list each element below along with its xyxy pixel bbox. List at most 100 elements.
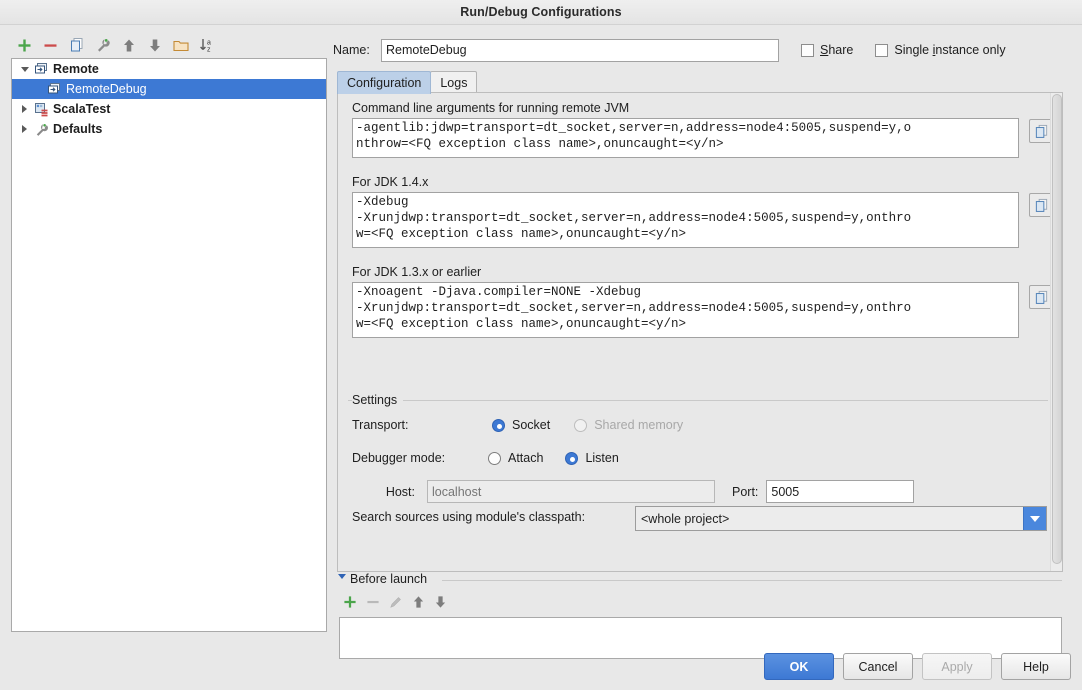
sort-button[interactable]: a z — [196, 35, 217, 56]
name-label: Name: — [333, 43, 370, 57]
debugger-mode-label: Debugger mode: — [352, 451, 446, 465]
debugger-mode-listen-label: Listen — [585, 451, 619, 465]
cmdline-args-textarea[interactable]: -agentlib:jdwp=transport=dt_socket,serve… — [352, 118, 1019, 158]
settings-group-separator — [348, 400, 1048, 401]
before-launch-title: Before launch — [350, 572, 428, 586]
transport-option-shared-memory: Shared memory — [574, 418, 683, 432]
transport-option-socket[interactable]: Socket — [492, 418, 550, 432]
expand-toggle-scalatest[interactable] — [18, 103, 31, 116]
before-launch-separator — [442, 580, 1062, 581]
cancel-button[interactable]: Cancel — [843, 653, 913, 680]
single-instance-only-checkbox-box[interactable] — [875, 43, 889, 57]
single-instance-only-label: Single instance only — [894, 43, 1006, 57]
remote-icon — [46, 81, 62, 97]
arrow-up-icon — [123, 39, 134, 51]
jdk13-textarea[interactable]: -Xnoagent -Djava.compiler=NONE -Xdebug -… — [352, 282, 1019, 338]
settings-group-title: Settings — [352, 393, 404, 407]
tree-item-label: ScalaTest — [53, 102, 111, 116]
ok-button[interactable]: OK — [764, 653, 834, 680]
cmdline-args-label: Command line arguments for running remot… — [352, 101, 630, 115]
arrow-down-icon — [149, 39, 160, 51]
tree-item-remotedebug[interactable]: RemoteDebug — [12, 79, 326, 99]
move-down-button[interactable] — [144, 35, 165, 56]
wrench-icon — [97, 39, 110, 52]
plus-icon — [344, 595, 356, 608]
configurations-panel: a z Remote RemoteDebug ScalaTest Default… — [11, 33, 327, 633]
help-button[interactable]: Help — [1001, 653, 1071, 680]
task-move-up-button[interactable] — [412, 595, 425, 612]
add-task-button[interactable] — [343, 595, 357, 612]
expand-toggle-defaults[interactable] — [18, 123, 31, 136]
tab-label: Logs — [440, 76, 468, 90]
transport-socket-radio[interactable] — [492, 418, 505, 432]
transport-label: Transport: — [352, 418, 409, 432]
copy-to-clipboard-icon — [1035, 290, 1047, 304]
configuration-editor-panel: Name: Share Single instance only Configu… — [333, 33, 1071, 633]
apply-button: Apply — [922, 653, 992, 680]
single-instance-only-checkbox[interactable]: Single instance only — [875, 43, 1006, 57]
window-titlebar: Run/Debug Configurations — [0, 0, 1082, 25]
remote-icon — [33, 61, 49, 77]
jdk14-textarea[interactable]: -Xdebug -Xrunjdwp:transport=dt_socket,se… — [352, 192, 1019, 248]
tree-item-defaults[interactable]: Defaults — [12, 119, 326, 139]
tab-logs[interactable]: Logs — [430, 71, 478, 94]
port-input[interactable] — [766, 480, 915, 503]
classpath-label: Search sources using module's classpath: — [352, 510, 586, 524]
host-port-row: Host: Port: — [352, 480, 915, 503]
debugger-mode-option-listen[interactable]: Listen — [565, 451, 619, 465]
debugger-mode-attach-label: Attach — [508, 451, 544, 465]
sort-alphabetical-icon: a z — [199, 39, 211, 54]
copy-to-clipboard-icon — [1035, 124, 1047, 138]
remove-configuration-button[interactable] — [40, 35, 61, 56]
tab-configuration[interactable]: Configuration — [337, 71, 432, 94]
configuration-tab-pane: Command line arguments for running remot… — [337, 92, 1063, 572]
classpath-combobox-value: <whole project> — [641, 511, 730, 526]
before-launch-toolbar — [343, 592, 447, 614]
task-move-down-button[interactable] — [434, 595, 447, 612]
expand-toggle-remote[interactable] — [18, 63, 31, 76]
debugger-mode-option-attach[interactable]: Attach — [488, 451, 543, 465]
chevron-down-icon[interactable] — [1023, 507, 1046, 530]
svg-text:z: z — [207, 47, 211, 54]
move-up-button[interactable] — [118, 35, 139, 56]
dialog-body: a z Remote RemoteDebug ScalaTest Default… — [0, 25, 1082, 690]
scrollbar-thumb[interactable] — [1052, 94, 1062, 564]
tree-item-scalatest[interactable]: ScalaTest — [12, 99, 326, 119]
scalatest-icon — [33, 101, 49, 117]
before-launch-collapse-toggle[interactable] — [338, 574, 346, 579]
folder-icon — [172, 40, 189, 51]
host-label: Host: — [385, 484, 415, 499]
tab-label: Configuration — [347, 76, 422, 90]
share-checkbox[interactable]: Share — [801, 43, 853, 57]
wrench-icon — [33, 121, 49, 137]
arrow-down-icon — [435, 595, 446, 608]
configuration-content: Command line arguments for running remot… — [338, 93, 1053, 571]
create-folder-button[interactable] — [170, 35, 191, 56]
tree-item-label: Remote — [53, 62, 99, 76]
transport-shared-memory-radio — [574, 418, 588, 432]
copy-icon — [70, 38, 82, 52]
share-label: Share — [820, 43, 854, 57]
debugger-mode-attach-radio[interactable] — [488, 451, 501, 465]
configurations-tree[interactable]: Remote RemoteDebug ScalaTest Defaults — [11, 58, 327, 632]
configurations-toolbar: a z — [11, 33, 327, 57]
jdk14-label: For JDK 1.4.x — [352, 175, 429, 189]
jdk13-label: For JDK 1.3.x or earlier — [352, 265, 482, 279]
transport-shared-memory-label: Shared memory — [594, 418, 684, 432]
minus-icon — [44, 43, 57, 47]
copy-configuration-button[interactable] — [66, 35, 87, 56]
debugger-mode-listen-radio[interactable] — [565, 451, 579, 465]
edit-defaults-button[interactable] — [92, 35, 113, 56]
add-configuration-button[interactable] — [14, 35, 35, 56]
name-input[interactable] — [381, 38, 779, 62]
tree-item-label: RemoteDebug — [66, 82, 147, 96]
configuration-pane-scrollbar[interactable] — [1050, 93, 1062, 571]
edit-task-button — [389, 595, 403, 612]
tree-item-remote[interactable]: Remote — [12, 59, 326, 79]
editor-tabs: Configuration Logs — [337, 70, 478, 94]
transport-socket-label: Socket — [512, 418, 551, 432]
copy-to-clipboard-icon — [1035, 198, 1047, 212]
debugger-mode-row: Debugger mode: Attach Listen — [352, 451, 619, 465]
classpath-combobox[interactable]: <whole project> — [635, 506, 1047, 531]
share-checkbox-box[interactable] — [801, 43, 814, 57]
